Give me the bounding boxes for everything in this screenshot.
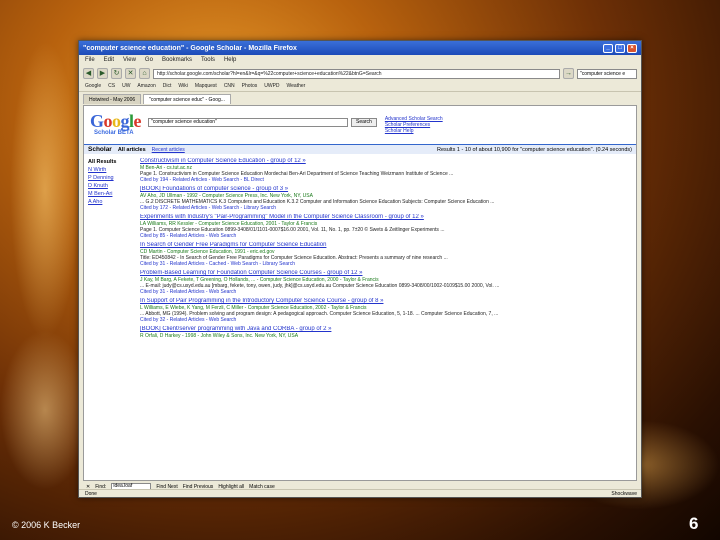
bookmark-item[interactable]: Amazon bbox=[137, 83, 155, 89]
result-cited-links[interactable]: Cited by 31 - Related Articles - Cached … bbox=[140, 261, 632, 267]
url-bar[interactable]: http://scholar.google.com/scholar?hl=en&… bbox=[153, 68, 560, 79]
menu-bar: File Edit View Go Bookmarks Tools Help bbox=[79, 55, 641, 66]
result-item: Experiments with Industry's "Pair-Progra… bbox=[140, 214, 632, 239]
result-item: [BOOK] Foundations of computer science -… bbox=[140, 186, 632, 211]
status-text: Done bbox=[85, 491, 97, 497]
window-title: "computer science education" - Google Sc… bbox=[83, 44, 297, 52]
toolbar-search-input[interactable]: "computer science e bbox=[577, 68, 637, 79]
results-bar: Scholar All articles Recent articles Res… bbox=[84, 144, 636, 154]
title-bar: "computer science education" - Google Sc… bbox=[79, 41, 641, 55]
bookmark-item[interactable]: UWPD bbox=[264, 83, 279, 89]
reload-icon[interactable]: ↻ bbox=[111, 68, 122, 79]
author-sidebar: All Results N Wirth P Denning D Knuth M … bbox=[88, 158, 140, 342]
bookmark-item[interactable]: Weather bbox=[287, 83, 306, 89]
result-item: [BOOK] Client/server programming with Ja… bbox=[140, 326, 632, 339]
sidebar-author-link[interactable]: P Denning bbox=[88, 174, 140, 182]
go-icon[interactable]: → bbox=[563, 68, 574, 79]
minimize-button[interactable]: _ bbox=[603, 43, 613, 53]
result-authors: R Orfali, D Harkey - 1998 - John Wiley &… bbox=[140, 333, 299, 339]
result-cited-links[interactable]: Cited by 32 - Related Articles - Web Sea… bbox=[140, 317, 632, 323]
all-articles-label: All articles bbox=[117, 146, 146, 153]
results-list: Constructivism in Computer Science Educa… bbox=[140, 158, 632, 342]
bookmark-item[interactable]: Photos bbox=[242, 83, 258, 89]
result-item: Constructivism in Computer Science Educa… bbox=[140, 158, 632, 183]
menu-go[interactable]: Go bbox=[145, 57, 153, 64]
result-title-link[interactable]: Constructivism in Computer Science Educa… bbox=[140, 158, 632, 165]
bookmark-item[interactable]: Wiki bbox=[178, 83, 187, 89]
scholar-search-button[interactable]: Search bbox=[351, 118, 377, 127]
result-cited-links[interactable]: Cited by 85 - Related Articles - Web Sea… bbox=[140, 233, 632, 239]
menu-edit[interactable]: Edit bbox=[104, 57, 114, 64]
background-glow bbox=[10, 40, 80, 340]
bookmark-item[interactable]: Mapquest bbox=[195, 83, 217, 89]
status-bar: Done Shockwave bbox=[79, 489, 641, 497]
sidebar-author-link[interactable]: N Wirth bbox=[88, 166, 140, 174]
background-glow bbox=[0, 330, 90, 490]
menu-help[interactable]: Help bbox=[224, 57, 236, 64]
result-cited-links[interactable]: Cited by 172 - Related Articles - Web Se… bbox=[140, 205, 632, 211]
maximize-button[interactable]: □ bbox=[615, 43, 625, 53]
forward-icon[interactable]: ▶ bbox=[97, 68, 108, 79]
sidebar-author-link[interactable]: M Ben-Ari bbox=[88, 190, 140, 198]
result-cited-links[interactable]: Cited by 194 - Related Articles - Web Se… bbox=[140, 177, 632, 183]
copyright-text: © 2006 K Becker bbox=[12, 520, 81, 530]
help-link[interactable]: Scholar Help bbox=[385, 128, 443, 134]
result-item: Problem-Based Learning for Foundation Co… bbox=[140, 270, 632, 295]
bookmark-item[interactable]: CNN bbox=[224, 83, 235, 89]
scholar-search-input[interactable]: "computer science education" bbox=[148, 118, 348, 127]
home-icon[interactable]: ⌂ bbox=[139, 68, 150, 79]
tab-hotwired[interactable]: Hotwired - May 2006 bbox=[83, 94, 142, 104]
sidebar-author-link[interactable]: D Knuth bbox=[88, 182, 140, 190]
section-label: Scholar bbox=[88, 146, 112, 153]
bookmarks-toolbar: Google CS UW Amazon Dict Wiki Mapquest C… bbox=[79, 81, 641, 92]
menu-bookmarks[interactable]: Bookmarks bbox=[162, 57, 192, 64]
status-plugin: Shockwave bbox=[611, 491, 637, 497]
scholar-header: Google Scholar BETA "computer science ed… bbox=[84, 106, 636, 144]
menu-tools[interactable]: Tools bbox=[201, 57, 215, 64]
result-item: In Support of Pair Programming in the In… bbox=[140, 298, 632, 323]
result-title-link[interactable]: In Search of Gender Free Paradigms for C… bbox=[140, 242, 632, 249]
close-button[interactable]: × bbox=[627, 43, 637, 53]
bookmark-item[interactable]: UW bbox=[122, 83, 130, 89]
result-item: In Search of Gender Free Paradigms for C… bbox=[140, 242, 632, 267]
back-icon[interactable]: ◀ bbox=[83, 68, 94, 79]
slide-number: 6 bbox=[689, 514, 699, 533]
navigation-toolbar: ◀ ▶ ↻ ✕ ⌂ http://scholar.google.com/scho… bbox=[79, 66, 641, 81]
google-scholar-logo[interactable]: Google Scholar BETA bbox=[90, 112, 142, 140]
tab-strip: Hotwired - May 2006 "computer science ed… bbox=[79, 92, 641, 104]
tab-scholar[interactable]: "computer science educ" - Goog... bbox=[143, 94, 231, 104]
result-title-link[interactable]: Problem-Based Learning for Foundation Co… bbox=[140, 270, 632, 277]
sidebar-head: All Results bbox=[88, 159, 117, 165]
result-title-link[interactable]: [BOOK] Foundations of computer science -… bbox=[140, 186, 632, 193]
recent-articles-link[interactable]: Recent articles bbox=[152, 147, 185, 153]
scholar-beta-label: Scholar BETA bbox=[94, 130, 134, 136]
results-count: Results 1 - 10 of about 10,900 for "comp… bbox=[437, 146, 632, 153]
result-title-link[interactable]: Experiments with Industry's "Pair-Progra… bbox=[140, 214, 632, 221]
result-cited-links[interactable]: Cited by 31 - Related Articles - Web Sea… bbox=[140, 289, 632, 295]
result-title-link[interactable]: [BOOK] Client/server programming with Ja… bbox=[140, 326, 632, 333]
bookmark-item[interactable]: Dict bbox=[163, 83, 172, 89]
bookmark-item[interactable]: Google bbox=[85, 83, 101, 89]
result-title-link[interactable]: In Support of Pair Programming in the In… bbox=[140, 298, 632, 305]
menu-file[interactable]: File bbox=[85, 57, 95, 64]
browser-window: "computer science education" - Google Sc… bbox=[78, 40, 642, 498]
stop-icon[interactable]: ✕ bbox=[125, 68, 136, 79]
page-content: Google Scholar BETA "computer science ed… bbox=[83, 105, 637, 481]
menu-view[interactable]: View bbox=[123, 57, 136, 64]
sidebar-author-link[interactable]: A Aho bbox=[88, 198, 140, 206]
bookmark-item[interactable]: CS bbox=[108, 83, 115, 89]
